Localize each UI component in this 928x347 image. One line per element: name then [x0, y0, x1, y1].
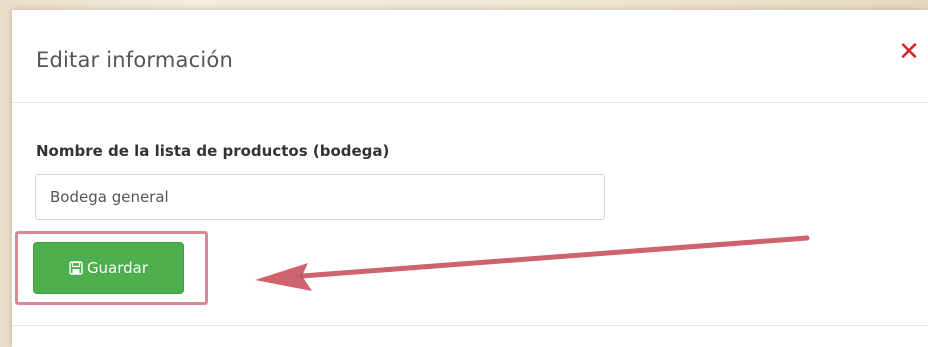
close-icon[interactable]: ✕ — [897, 39, 921, 65]
field-label: Nombre de la lista de productos (bodega) — [36, 142, 390, 160]
list-name-input[interactable] — [35, 174, 605, 220]
modal-body: Nombre de la lista de productos (bodega)… — [12, 103, 928, 325]
modal-title: Editar información — [36, 48, 233, 72]
footer-divider — [12, 325, 928, 326]
save-button-label: Guardar — [86, 259, 149, 277]
save-button[interactable]: Guardar — [33, 242, 184, 294]
edit-modal: Editar información ✕ Nombre de la lista … — [12, 10, 928, 347]
floppy-disk-icon — [69, 261, 83, 275]
modal-header: Editar información ✕ — [12, 10, 928, 103]
